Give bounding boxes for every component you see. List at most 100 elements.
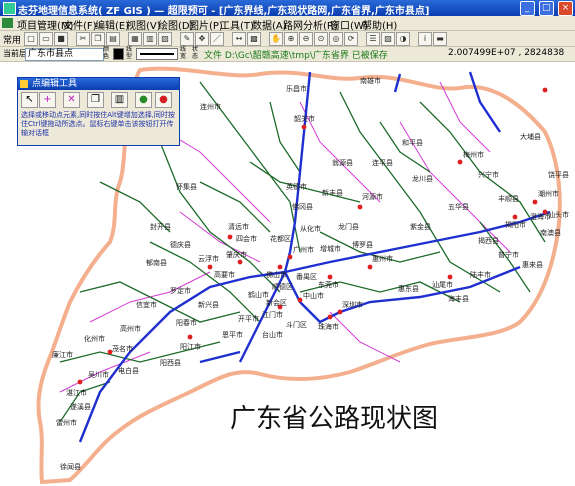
city-label-dongguan: 东莞市 [318,281,339,289]
city-label-zhaoqing: 肇庆市 [226,251,247,259]
style-icon[interactable]: ▨ [381,32,395,46]
save-icon[interactable]: ■ [54,32,68,46]
menu-picture[interactable]: 图片(P) [189,17,223,32]
menu-edit[interactable]: 编辑(E) [95,17,129,32]
menu-view[interactable]: 视图(V) [126,17,161,32]
table-icon[interactable]: ▥ [143,32,157,46]
city-label-luoding: 罗定市 [170,287,191,295]
city-label-enping: 恩平市 [222,331,243,339]
minimize-button[interactable]: _ [519,1,535,16]
measure-icon[interactable]: ↔ [232,32,246,46]
city-label-wengyuan: 翁源县 [332,159,353,167]
city-label-fogang: 佛冈县 [292,203,313,211]
city-label-puning: 普宁市 [498,251,519,259]
city-label-xinfeng: 新丰县 [322,189,343,197]
maximize-button[interactable]: □ [538,1,554,16]
city-label-wuhua: 五华县 [448,203,469,211]
full-extent-icon[interactable]: ◎ [329,32,343,46]
select-point-icon[interactable]: ↖ [21,92,38,108]
edit-icon[interactable]: ▧ [158,32,172,46]
palette-help-text: 选择或移动点元素,同时按住Alt键增加选择,同时按住Ctrl键拖动所选点。鼠标右… [21,111,175,137]
map-canvas[interactable]: 韶关市 清远市 河源市 梅州市 汕头市 潮州市 揭阳市 汕尾市 惠州市 东莞市 … [0,62,575,486]
city-label-deqing: 德庆县 [170,241,191,249]
menu-data[interactable]: 数据(A) [252,17,287,32]
city-label-shaoguan: 韶关市 [294,115,315,123]
new-icon[interactable]: □ [24,32,38,46]
palette-title: 点编辑工具 [32,79,78,89]
city-label-huadu: 花都区 [270,235,291,243]
traffic-light-icon[interactable]: ● [135,92,152,108]
select-icon[interactable]: ▦ [128,32,142,46]
copy-icon[interactable]: ❐ [91,32,105,46]
document-icon[interactable] [2,18,13,28]
color-label: 颜色 [103,46,110,60]
layer-toolbar: 当前层 广东市县点 颜色 线型 线宽 状态 文件 D:\Gc\韶赣高速\tmp\… [0,46,575,62]
add-point-icon[interactable]: + [39,92,56,108]
current-layer-select[interactable]: 广东市县点 [25,48,104,61]
palette-icon [20,80,28,88]
city-label-yingde: 英德市 [286,183,307,191]
city-label-foshan: 佛山市 [266,271,287,279]
window-titlebar[interactable]: 志芬地理信息系统( ZF GIS ) — 超限预可 - [广东界线,广东现状路网… [0,0,575,17]
city-label-shunde: 顺德区 [272,283,293,291]
city-label-gaoyao: 高要市 [214,271,235,279]
window-title: 志芬地理信息系统( ZF GIS ) — 超限预可 - [广东界线,广东现状路网… [18,6,430,17]
city-label-nanao: 南澳县 [540,229,561,237]
city-label-huizhou: 惠州市 [372,255,393,263]
city-label-huaiji: 怀集县 [176,183,197,191]
color-swatch[interactable] [113,48,124,60]
zoom-out-icon[interactable]: ⊖ [299,32,313,46]
traffic-light-red-icon[interactable]: ● [155,92,172,108]
city-label-zhongshan: 中山市 [303,292,324,300]
city-label-zhanjiang: 湛江市 [66,389,87,397]
palette-titlebar[interactable]: 点编辑工具 [18,78,179,90]
city-label-jiexi: 揭西县 [478,237,499,245]
city-label-lufeng: 陆丰市 [470,271,491,279]
line-style-select[interactable] [136,48,178,60]
refresh-icon[interactable]: ⟳ [344,32,358,46]
zoom-window-icon[interactable]: ⊙ [314,32,328,46]
city-label-lianjiang: 廉江市 [52,351,73,359]
city-label-fengshun: 丰顺县 [498,195,519,203]
copy-point-icon[interactable]: ❐ [87,92,104,108]
thematic-icon[interactable]: ◑ [396,32,410,46]
city-label-zijin: 紫金县 [410,223,431,231]
city-label-kaiping: 开平市 [238,315,259,323]
city-label-huazhou: 化州市 [84,335,105,343]
layers-icon[interactable]: ☰ [366,32,380,46]
draw-icon[interactable]: ✎ [180,32,194,46]
cut-icon[interactable]: ✂ [76,32,90,46]
city-label-yunan: 郁南县 [146,259,167,267]
city-label-xinhui: 新会区 [266,299,287,307]
delete-point-icon[interactable]: ✕ [63,92,80,108]
city-label-jieyang: 揭阳市 [505,221,526,229]
city-label-heping: 和平县 [402,139,423,147]
current-layer-label: 当前层 [3,49,27,58]
line-style-label: 线型 [126,46,133,60]
point-edit-palette[interactable]: 点编辑工具 ↖ + ✕ ❐ ▥ ● ● 选择或移动点元素,同时按住Alt键增加选… [17,77,180,146]
zoom-in-icon[interactable]: ⊕ [284,32,298,46]
city-label-yangjiang: 阳江市 [180,343,201,351]
cursor-coordinates: 2.007499E+07 , 2824838 [448,48,565,58]
attribute-table-icon[interactable]: ▥ [111,92,128,108]
city-label-heyuan: 河源市 [362,193,383,201]
close-button[interactable]: × [558,1,573,16]
city-label-boluo: 博罗县 [352,241,373,249]
line-icon[interactable]: ／ [210,32,224,46]
city-label-dabu: 大埔县 [520,133,541,141]
open-icon[interactable]: ▭ [39,32,53,46]
city-label-shanwei: 汕尾市 [432,281,453,289]
grid-icon[interactable]: ▩ [247,32,261,46]
city-label-nanxiong: 南雄市 [360,77,381,85]
export-icon[interactable]: ▬ [433,32,447,46]
menu-file[interactable]: 文件(F) [63,17,97,32]
city-label-lechang: 乐昌市 [286,85,307,93]
info-icon[interactable]: i [418,32,432,46]
city-label-xingning: 兴宁市 [478,171,499,179]
pan-icon[interactable]: ✋ [269,32,283,46]
city-label-qingyuan: 清远市 [228,223,249,231]
menu-help[interactable]: 帮助(H) [362,17,397,32]
menu-tools[interactable]: 工具(T) [220,17,254,32]
move-icon[interactable]: ✥ [195,32,209,46]
paste-icon[interactable]: ▤ [106,32,120,46]
